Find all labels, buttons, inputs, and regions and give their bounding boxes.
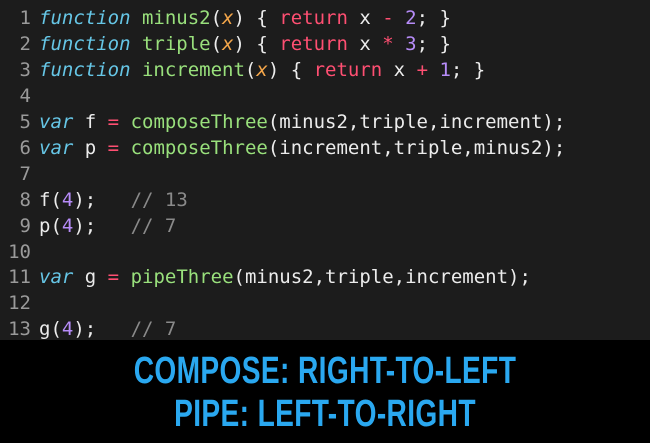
function-name: composeThree <box>130 137 268 159</box>
function-name: pipeThree <box>130 266 234 288</box>
code-line-1: 1 function minus2(x) { return x - 2; } <box>0 5 451 31</box>
code-line-13: 13 g(4); // 7 <box>0 316 176 342</box>
line-number: 7 <box>19 163 31 185</box>
code-line-2: 2 function triple(x) { return x * 3; } <box>0 31 451 57</box>
number: 3 <box>405 33 417 55</box>
caption-compose: COMPOSE: RIGHT-TO-LEFT <box>133 350 517 392</box>
keyword: function <box>39 33 131 55</box>
code-line-7: 7 <box>0 161 39 187</box>
keyword: function <box>39 7 131 29</box>
parameter: x <box>222 7 234 29</box>
number: 4 <box>61 318 74 340</box>
caption-banner: COMPOSE: RIGHT-TO-LEFT PIPE: LEFT-TO-RIG… <box>0 340 650 443</box>
parameter: x <box>222 33 234 55</box>
line-number: 8 <box>19 189 31 211</box>
number: 1 <box>439 59 451 81</box>
line-number: 4 <box>19 85 31 107</box>
function-name: triple <box>141 33 211 55</box>
line-number: 5 <box>19 111 31 133</box>
number: 4 <box>61 215 74 237</box>
line-number: 1 <box>19 7 31 29</box>
keyword: var <box>39 137 74 159</box>
operator: * <box>382 33 394 55</box>
keyword: var <box>39 266 74 288</box>
line-number: 10 <box>8 241 31 263</box>
line-number: 2 <box>19 33 31 55</box>
line-number: 13 <box>8 318 31 340</box>
comment: // 7 <box>130 215 177 237</box>
parameter: x <box>256 59 268 81</box>
code-editor: 1 function minus2(x) { return x - 2; } 2f… <box>0 0 650 340</box>
return-keyword: return <box>313 59 383 81</box>
code-line-5: 5 var f = composeThree(minus2,triple,incr… <box>0 109 566 135</box>
code-line-3: 3 function increment(x) { return x + 1; } <box>0 57 486 83</box>
code-line-12: 12 <box>0 290 39 316</box>
operator: = <box>107 266 120 288</box>
line-number: 11 <box>8 266 31 288</box>
comment: // 7 <box>130 318 177 340</box>
operator: = <box>107 111 120 133</box>
code-line-8: 8 f(4); // 13 <box>0 187 188 213</box>
line-number: 9 <box>19 215 31 237</box>
operator: - <box>382 7 394 29</box>
code-line-4: 4 <box>0 83 39 109</box>
operator: = <box>107 137 120 159</box>
return-keyword: return <box>279 33 348 55</box>
function-name: minus2 <box>141 7 211 29</box>
caption-pipe: PIPE: LEFT-TO-RIGHT <box>174 393 476 435</box>
number: 4 <box>61 189 74 211</box>
keyword: var <box>39 111 74 133</box>
keyword: function <box>39 59 131 81</box>
code-line-10: 10 <box>0 239 39 265</box>
number: 2 <box>405 7 417 29</box>
operator: + <box>416 59 429 81</box>
code-line-6: 6 var p = composeThree(increment,triple,m… <box>0 135 566 161</box>
function-name: composeThree <box>130 111 268 133</box>
line-number: 6 <box>19 137 31 159</box>
line-number: 3 <box>19 59 31 81</box>
code-line-9: 9 p(4); // 7 <box>0 213 177 239</box>
function-name: increment <box>141 59 245 81</box>
comment: // 13 <box>130 189 188 211</box>
code-line-11: 11 var g = pipeThree(minus2,triple,increm… <box>0 264 531 290</box>
line-number: 12 <box>8 292 31 314</box>
return-keyword: return <box>279 7 348 29</box>
